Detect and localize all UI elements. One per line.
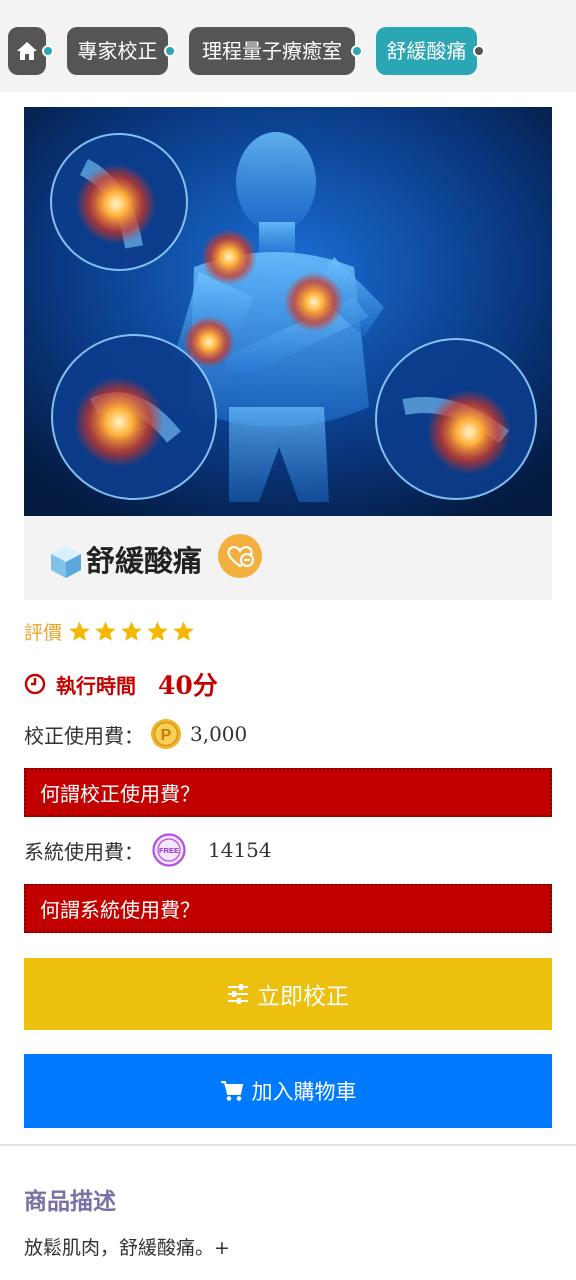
breadcrumb-separator <box>164 45 176 57</box>
add-to-cart-label: 加入購物車 <box>251 1080 357 1104</box>
breadcrumb-separator <box>473 45 485 57</box>
calibration-fee-faq-link[interactable]: 何謂校正使用費？ <box>24 768 552 817</box>
description-text: 放鬆肌肉，舒緩酸痛。+ <box>24 1237 230 1259</box>
system-fee-value: 14154 <box>208 838 272 862</box>
rating: 評價 <box>24 617 198 645</box>
favorite-button[interactable] <box>218 534 262 578</box>
breadcrumb-label: 舒緩酸痛 <box>386 39 467 63</box>
coin-icon: P <box>151 719 181 749</box>
star-icon <box>95 620 116 641</box>
description-title: 商品描述 <box>24 1189 116 1215</box>
svg-text:FREE: FREE <box>159 846 179 855</box>
free-badge-icon: FREE <box>152 833 186 867</box>
calibration-fee: 校正使用費： P 3,000 <box>24 716 247 752</box>
execution-time: 執行時間 40分 <box>24 666 218 702</box>
calibrate-now-label: 立即校正 <box>257 984 349 1010</box>
breadcrumb-label: 理程量子療癒室 <box>202 39 342 63</box>
execution-time-label: 執行時間 <box>56 673 136 698</box>
cart-icon <box>220 1081 243 1101</box>
heart-minus-icon <box>227 546 254 568</box>
clock-icon <box>24 673 46 695</box>
product-image <box>24 107 552 516</box>
product-title-bar: 舒緩酸痛 <box>24 516 552 600</box>
add-to-cart-button[interactable]: 加入購物車 <box>24 1054 552 1128</box>
star-icon <box>121 620 142 641</box>
execution-time-value: 40分 <box>158 671 218 700</box>
sliders-icon <box>228 984 248 1004</box>
product-title: 舒緩酸痛 <box>86 544 203 578</box>
breadcrumb: 專家校正 理程量子療癒室 舒緩酸痛 <box>0 0 576 92</box>
breadcrumb-label: 專家校正 <box>77 39 158 63</box>
cube-icon <box>51 546 81 578</box>
star-icon <box>173 620 194 641</box>
home-icon <box>17 42 37 60</box>
breadcrumb-separator <box>351 45 363 57</box>
svg-text:P: P <box>161 727 172 744</box>
breadcrumb-home[interactable] <box>8 27 54 75</box>
rating-label: 評價 <box>24 621 63 644</box>
system-fee: 系統使用費： FREE 14154 <box>24 832 272 868</box>
breadcrumb-item-healing-room[interactable]: 理程量子療癒室 <box>189 27 363 75</box>
breadcrumb-item-current[interactable]: 舒緩酸痛 <box>376 27 485 75</box>
calibration-fee-label: 校正使用費： <box>24 723 144 748</box>
breadcrumb-separator <box>42 45 54 57</box>
system-fee-faq-link[interactable]: 何謂系統使用費？ <box>24 884 552 933</box>
star-icon <box>147 620 168 641</box>
breadcrumb-item-expert-calibration[interactable]: 專家校正 <box>67 27 176 75</box>
system-fee-label: 系統使用費： <box>24 839 144 864</box>
divider <box>0 1144 576 1146</box>
star-icon <box>69 620 90 641</box>
calibration-fee-value: 3,000 <box>190 722 248 746</box>
calibrate-now-button[interactable]: 立即校正 <box>24 958 552 1030</box>
